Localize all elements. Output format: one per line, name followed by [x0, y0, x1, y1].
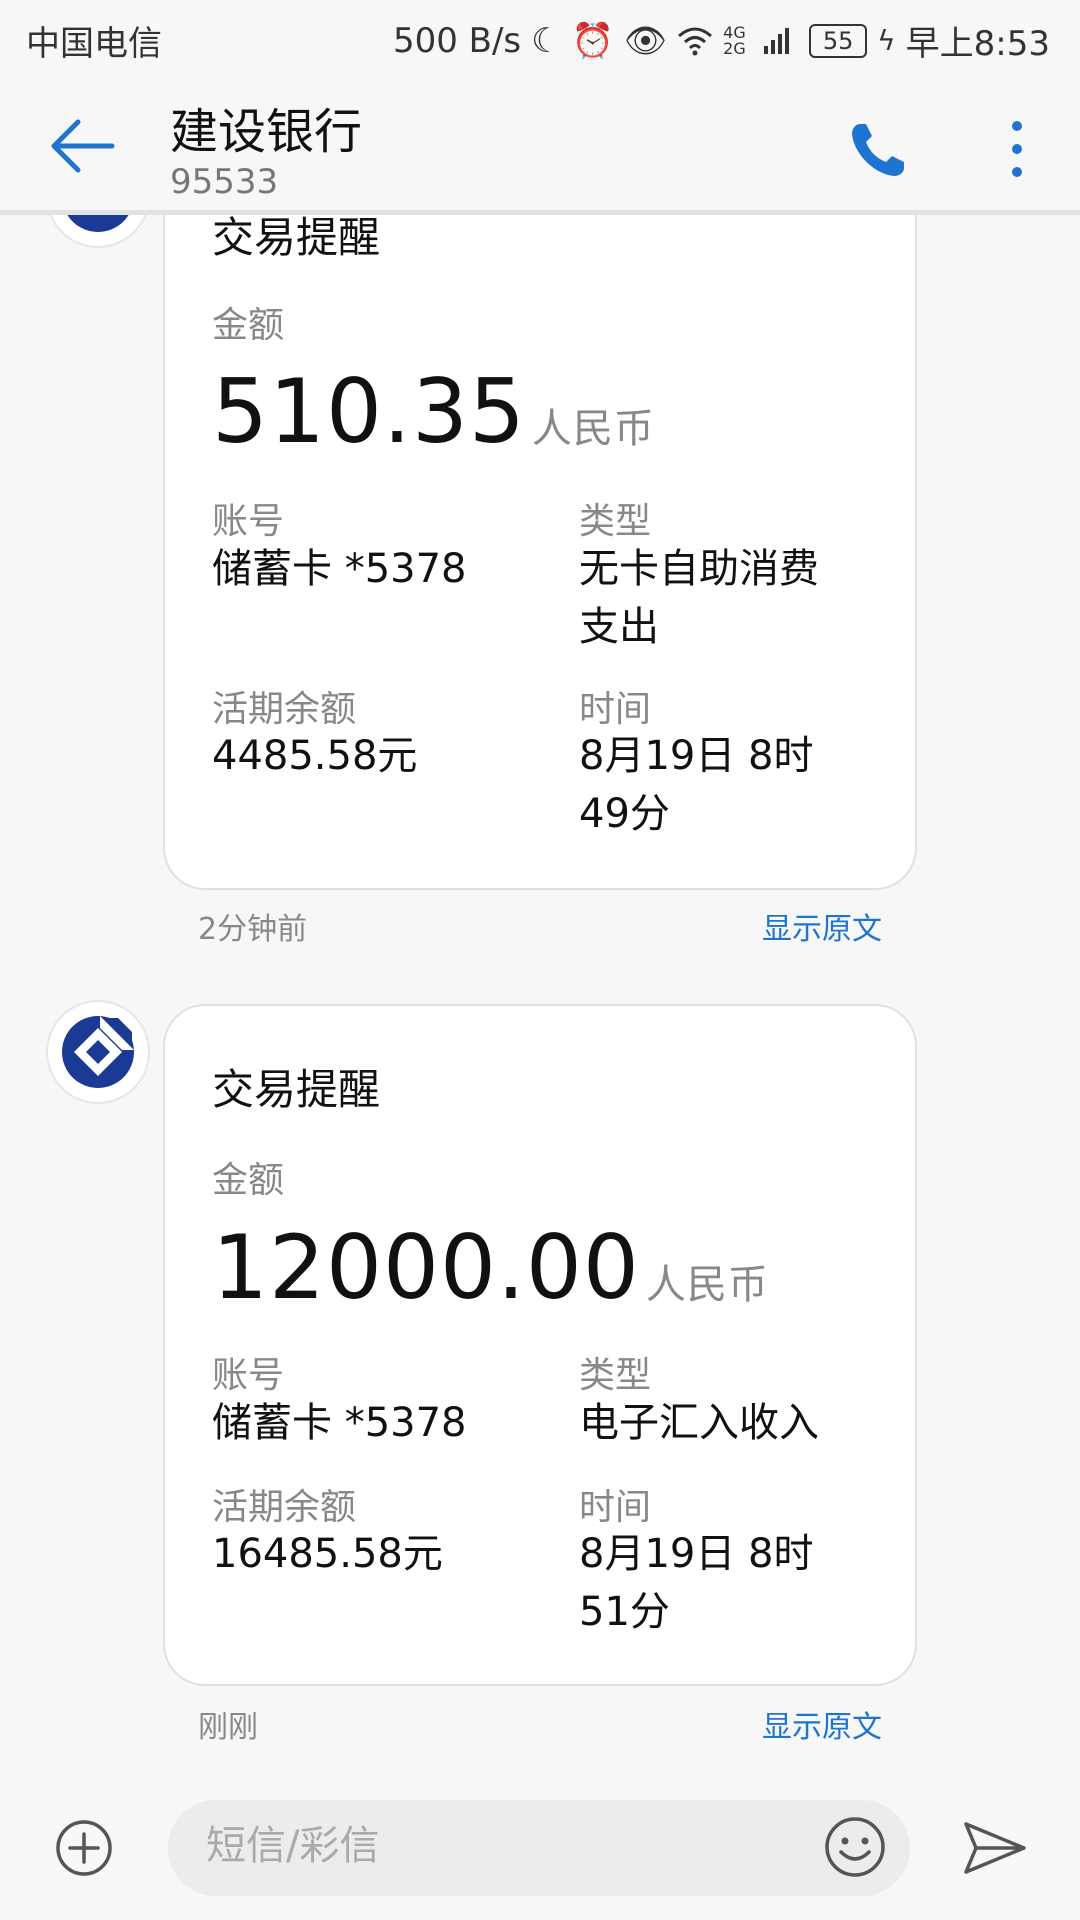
back-arrow-icon[interactable]	[48, 116, 118, 176]
amount-value: 510.35 人民币	[212, 360, 655, 463]
compose-box	[168, 1800, 910, 1896]
plus-circle-icon[interactable]	[54, 1818, 114, 1878]
type-label: 类型	[579, 501, 652, 542]
status-icons: 500 B/s ☾ ⏰ 👁 4G 2G 55 ϟ 早上8:53	[393, 16, 1050, 65]
balance-label: 活期余额	[212, 1487, 357, 1528]
amount-label: 金额	[212, 305, 285, 346]
show-original-link[interactable]: 显示原文	[762, 1702, 882, 1746]
charging-icon: ϟ	[877, 23, 896, 57]
message-card[interactable]: 交易提醒 金额 12000.00 人民币 账号 储蓄卡 *5378 类型 电子汇入…	[163, 1004, 917, 1686]
contact-name: 建设银行	[170, 104, 363, 160]
account-value: 储蓄卡 *5378	[212, 546, 467, 592]
balance-value: 16485.58元	[212, 1531, 443, 1577]
message-card[interactable]: 交易提醒 金额 510.35 人民币 账号 储蓄卡 *5378 类型 无卡自助消费…	[163, 215, 917, 890]
account-label: 账号	[212, 1355, 285, 1396]
emoji-icon[interactable]	[822, 1814, 888, 1880]
bank-avatar	[46, 1000, 150, 1104]
type-value: 电子汇入收入	[579, 1400, 819, 1446]
show-original-link[interactable]: 显示原文	[762, 904, 882, 948]
moon-icon: ☾	[531, 20, 562, 61]
account-label: 账号	[212, 501, 285, 542]
clock-time: 早上8:53	[905, 24, 1050, 64]
signal-icon	[764, 27, 790, 54]
contact-number: 95533	[170, 162, 279, 202]
phone-icon[interactable]	[846, 118, 910, 182]
card-title: 交易提醒	[212, 1065, 381, 1114]
carrier-label: 中国电信	[26, 24, 162, 64]
conversation-header: 建设银行 95533	[0, 74, 1080, 215]
alarm-icon: ⏰	[571, 20, 614, 61]
bank-logo-icon	[62, 1016, 134, 1088]
send-icon[interactable]	[962, 1818, 1028, 1878]
type-label: 类型	[579, 1355, 652, 1396]
eye-icon: 👁	[623, 20, 668, 61]
amount-number: 510.35	[212, 360, 526, 463]
wifi-icon	[678, 27, 713, 55]
amount-value: 12000.00 人民币	[212, 1216, 769, 1319]
more-vertical-icon[interactable]	[1002, 114, 1032, 184]
account-value: 储蓄卡 *5378	[212, 1400, 467, 1446]
message-input[interactable]	[204, 1822, 768, 1870]
type-value: 无卡自助消费 支出	[579, 546, 819, 650]
net-speed: 500 B/s	[392, 20, 522, 61]
message-timestamp: 刚刚	[198, 1710, 258, 1745]
network-type-label: 4G 2G	[723, 22, 746, 58]
time-value: 8月19日 8时 49分	[579, 733, 814, 837]
time-label: 时间	[579, 689, 652, 730]
time-value: 8月19日 8时 51分	[579, 1531, 814, 1635]
currency-label: 人民币	[645, 1262, 769, 1308]
currency-label: 人民币	[531, 406, 655, 452]
message-timestamp: 2分钟前	[198, 912, 308, 947]
time-label: 时间	[579, 1487, 652, 1528]
status-bar: 中国电信 500 B/s ☾ ⏰ 👁 4G 2G 55 ϟ 早上8:53	[0, 0, 1080, 74]
balance-value: 4485.58元	[212, 733, 418, 779]
battery-icon: 55	[809, 23, 868, 58]
balance-label: 活期余额	[212, 689, 357, 730]
amount-number: 12000.00	[212, 1216, 640, 1319]
amount-label: 金额	[212, 1160, 285, 1201]
